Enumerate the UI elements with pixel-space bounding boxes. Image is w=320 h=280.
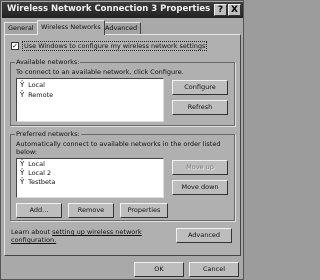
configure-button[interactable]: Configure <box>172 80 228 95</box>
tab-general[interactable]: General <box>4 22 38 34</box>
advanced-button-label: Advanced <box>187 231 221 239</box>
available-network-name: Local <box>28 81 45 89</box>
available-networks-description: To connect to an available network, clic… <box>16 68 184 76</box>
ok-button-label: OK <box>154 265 164 273</box>
preferred-networks-list[interactable]: Ŷ Local Ŷ Local 2 Ŷ Testbeta <box>16 158 164 198</box>
wireless-setup-link[interactable]: setting up wireless network <box>52 228 142 236</box>
properties-button[interactable]: Properties <box>120 203 168 218</box>
learn-about-text: Learn about setting up wireless network <box>11 228 142 236</box>
preferred-network-name: Testbeta <box>28 178 56 186</box>
use-windows-checkbox[interactable]: ✓ <box>11 42 19 50</box>
preferred-network-name: Local <box>28 160 45 168</box>
add-button-label: Add... <box>29 206 49 214</box>
antenna-icon: Ŷ <box>20 160 25 168</box>
use-windows-label[interactable]: Use Windows to configure my wireless net… <box>22 41 208 51</box>
preferred-network-name: Local 2 <box>28 169 52 177</box>
available-networks-group: Available networks: To connect to an ava… <box>10 58 235 126</box>
preferred-network-item[interactable]: Ŷ Local 2 <box>20 169 51 177</box>
remove-button-label: Remove <box>77 206 105 214</box>
preferred-network-item[interactable]: Ŷ Testbeta <box>20 178 56 186</box>
remove-button[interactable]: Remove <box>68 203 114 218</box>
available-network-item[interactable]: Ŷ Remote <box>20 91 53 99</box>
title-bar[interactable]: Wireless Network Connection 3 Properties… <box>2 2 243 18</box>
antenna-icon: Ŷ <box>20 81 25 89</box>
preferred-networks-group: Preferred networks: Automatically connec… <box>10 130 235 221</box>
properties-dialog: Wireless Network Connection 3 Properties… <box>0 0 244 280</box>
help-button[interactable]: ? <box>214 4 227 16</box>
ok-button[interactable]: OK <box>134 262 184 277</box>
move-down-button[interactable]: Move down <box>172 180 228 195</box>
antenna-icon: Ŷ <box>20 169 25 177</box>
cancel-button[interactable]: Cancel <box>189 262 239 277</box>
available-network-item[interactable]: Ŷ Local <box>20 81 45 89</box>
available-networks-title: Available networks: <box>15 58 81 66</box>
refresh-button-label: Refresh <box>187 103 213 111</box>
available-network-name: Remote <box>28 91 54 99</box>
close-button[interactable]: X <box>228 4 241 16</box>
move-down-button-label: Move down <box>181 183 219 191</box>
tab-advanced[interactable]: Advanced <box>101 22 142 34</box>
learn-about-text-2: configuration. <box>11 236 56 244</box>
move-up-button-label: Move up <box>186 163 214 171</box>
antenna-icon: Ŷ <box>20 178 25 186</box>
wireless-setup-link-2[interactable]: configuration. <box>11 236 56 244</box>
cancel-button-label: Cancel <box>202 265 226 273</box>
wireless-networks-panel: ✓ Use Windows to configure my wireless n… <box>4 34 241 256</box>
preferred-networks-description: Automatically connect to available netwo… <box>16 140 221 148</box>
learn-about-prefix: Learn about <box>11 228 50 236</box>
advanced-button[interactable]: Advanced <box>176 228 232 243</box>
preferred-networks-description-2: below: <box>16 148 38 156</box>
refresh-button[interactable]: Refresh <box>172 100 228 115</box>
tab-wireless-networks[interactable]: Wireless Networks <box>37 20 105 35</box>
properties-button-label: Properties <box>127 206 161 214</box>
add-button[interactable]: Add... <box>16 203 62 218</box>
window-title: Wireless Network Connection 3 Properties <box>7 4 211 14</box>
preferred-network-item[interactable]: Ŷ Local <box>20 160 45 168</box>
configure-button-label: Configure <box>184 83 216 91</box>
preferred-networks-title: Preferred networks: <box>15 130 81 138</box>
available-networks-list[interactable]: Ŷ Local Ŷ Remote <box>16 78 164 122</box>
antenna-icon: Ŷ <box>20 91 25 99</box>
move-up-button[interactable]: Move up <box>172 160 228 175</box>
